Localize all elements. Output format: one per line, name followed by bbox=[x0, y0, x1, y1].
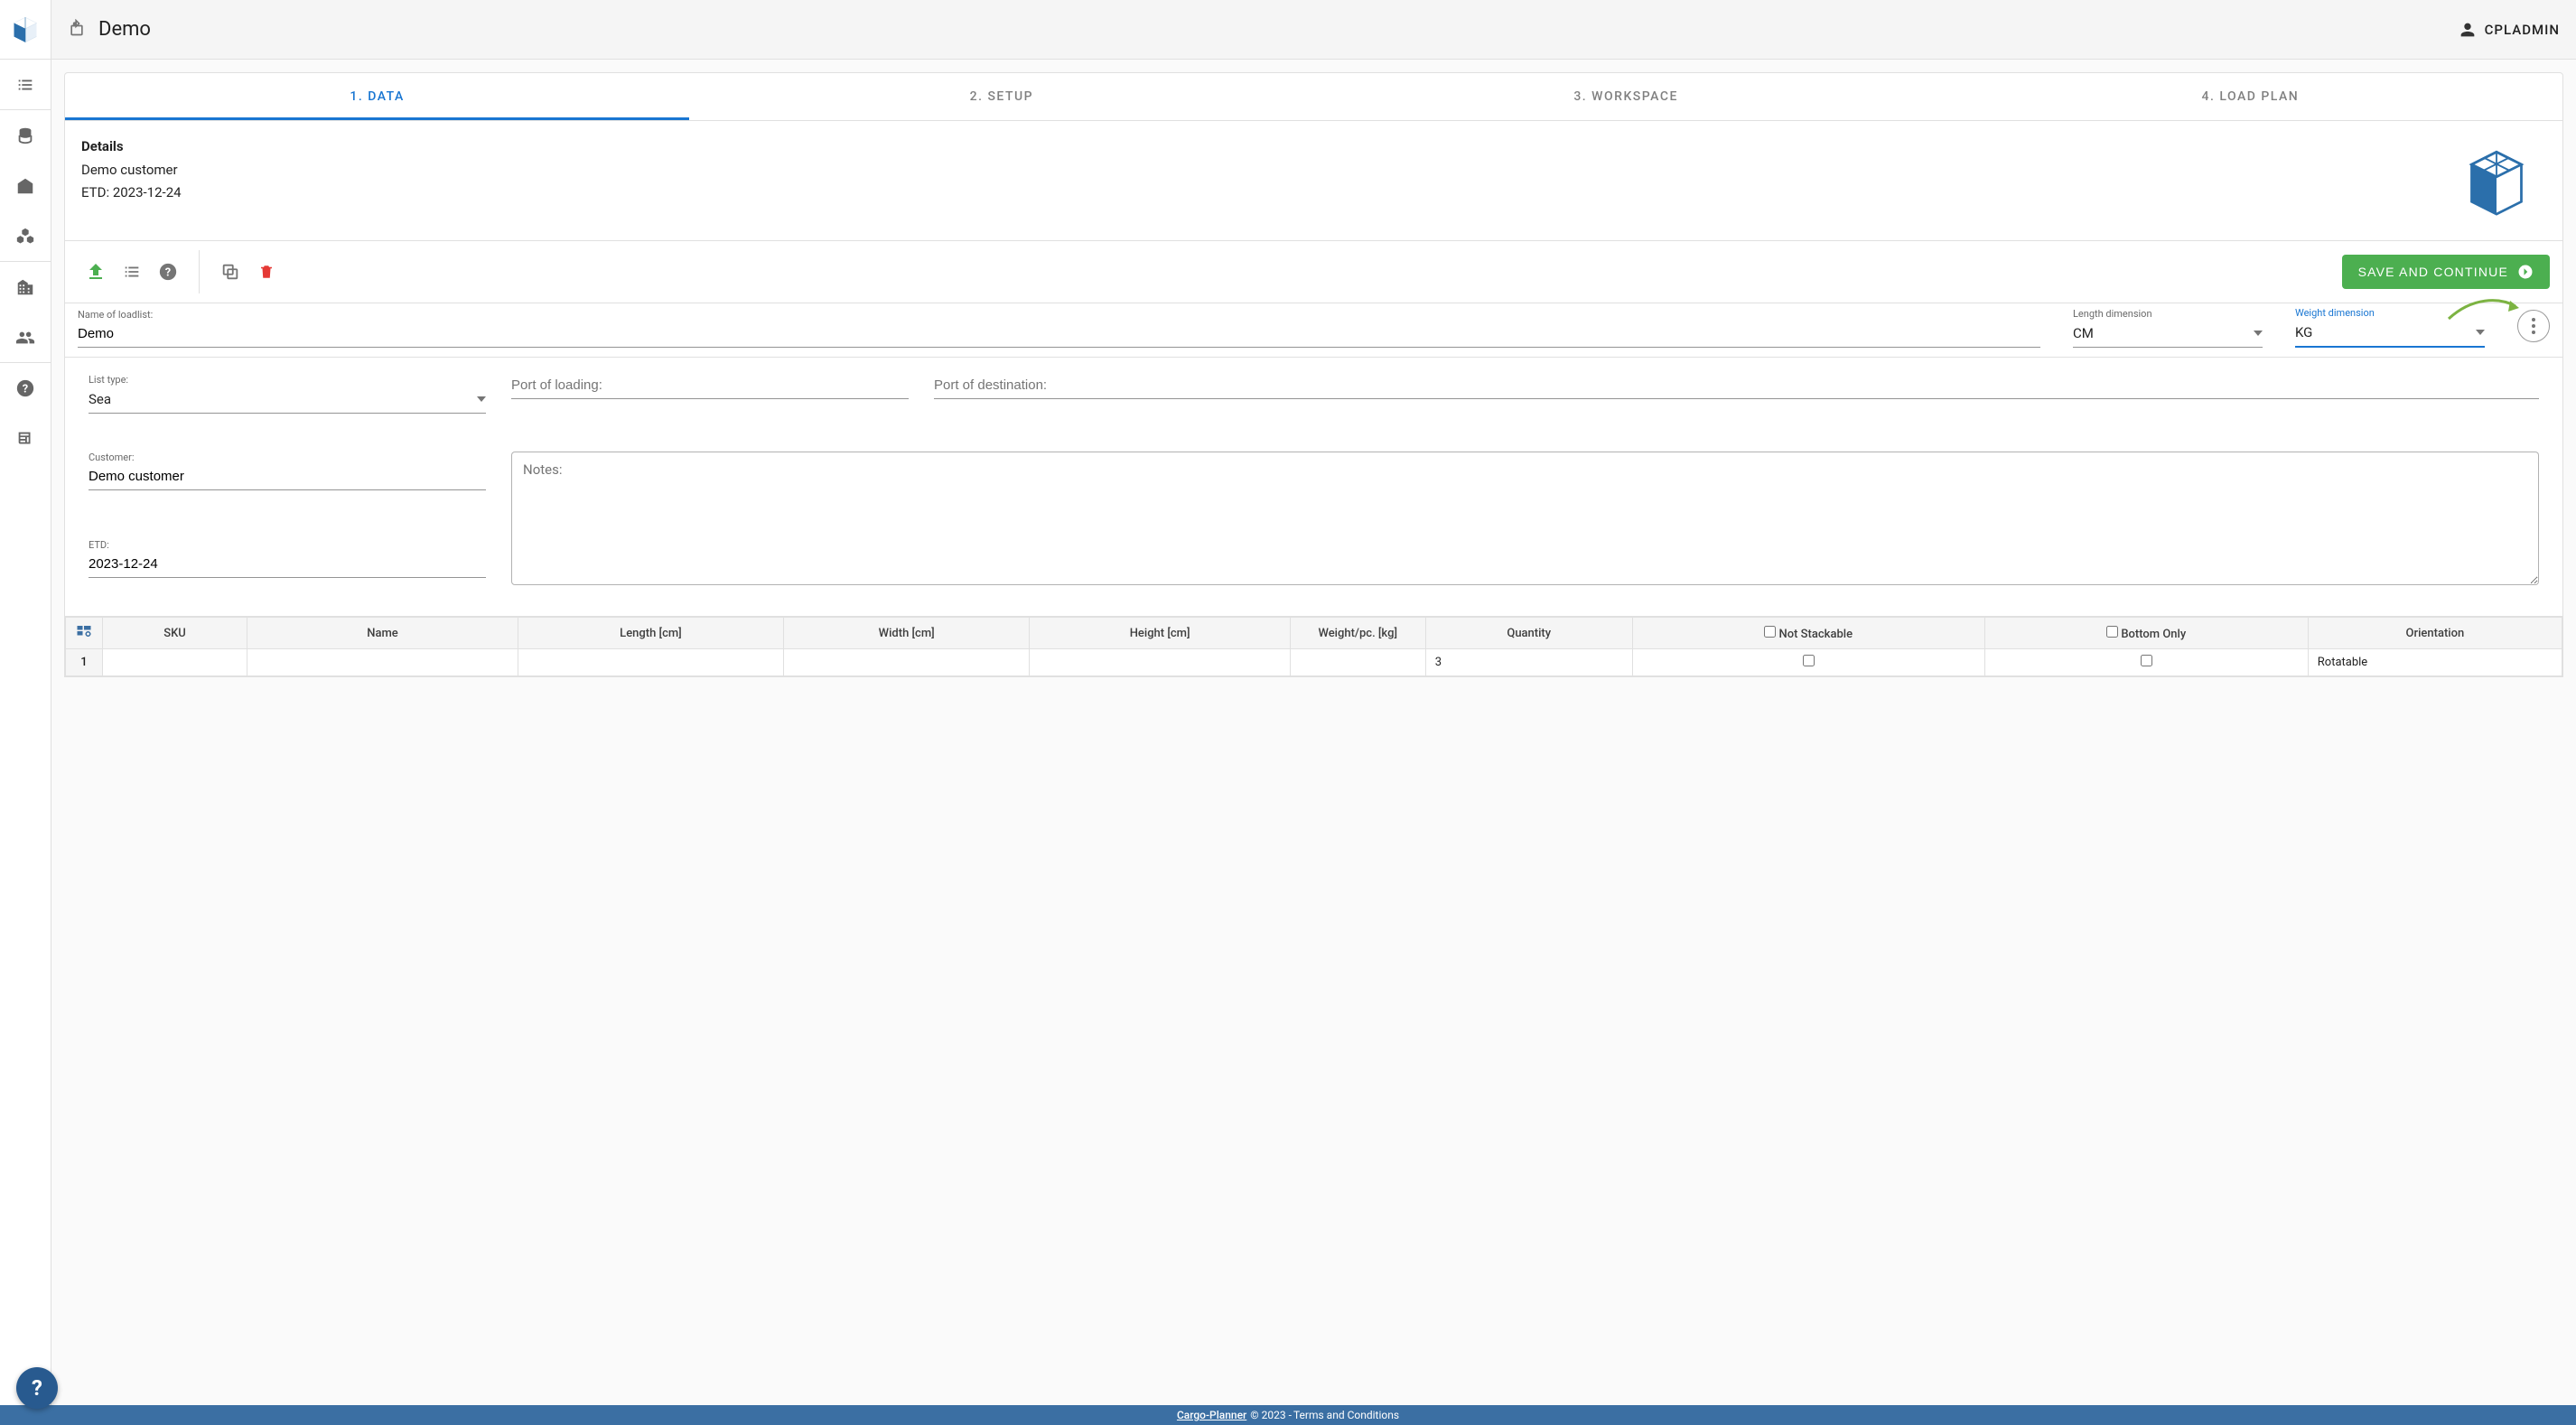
col-not-stackable[interactable]: Not Stackable bbox=[1632, 618, 1984, 649]
col-width[interactable]: Width [cm] bbox=[783, 618, 1030, 649]
loadlist-name-input[interactable] bbox=[78, 322, 2040, 348]
user-name: CPLADMIN bbox=[2485, 22, 2560, 38]
footer-copyright: © 2023 - bbox=[1250, 1409, 1292, 1421]
share-icon[interactable] bbox=[68, 19, 86, 41]
cube-illustration bbox=[2447, 135, 2546, 226]
topbar: Demo CPLADMIN bbox=[51, 0, 2576, 60]
app-logo[interactable] bbox=[0, 0, 51, 60]
page-title: Demo bbox=[98, 18, 151, 41]
cell-length[interactable] bbox=[518, 649, 784, 676]
col-length[interactable]: Length [cm] bbox=[518, 618, 784, 649]
cell-quantity[interactable]: 3 bbox=[1425, 649, 1632, 676]
cell-name[interactable] bbox=[247, 649, 518, 676]
length-dimension-label: Length dimension bbox=[2073, 308, 2263, 320]
cell-not-stackable[interactable] bbox=[1632, 649, 1984, 676]
user-menu[interactable]: CPLADMIN bbox=[2458, 20, 2560, 40]
save-continue-button[interactable]: SAVE AND CONTINUE bbox=[2342, 255, 2550, 289]
details-card: Details Demo customer ETD: 2023-12-24 bbox=[64, 121, 2563, 241]
sidebar-item-help[interactable]: ? bbox=[0, 363, 51, 414]
tab-setup[interactable]: 2. SETUP bbox=[689, 73, 1313, 120]
help-fab[interactable]: ? bbox=[16, 1367, 58, 1409]
chevron-down-icon bbox=[477, 396, 486, 402]
svg-text:?: ? bbox=[23, 383, 28, 396]
port-of-destination-field bbox=[934, 374, 2539, 414]
col-orientation[interactable]: Orientation bbox=[2308, 618, 2562, 649]
length-dimension-field: Length dimension CM bbox=[2073, 308, 2263, 348]
bottom-only-checkbox[interactable] bbox=[2141, 655, 2152, 666]
sidebar-item-warehouse[interactable] bbox=[0, 161, 51, 211]
etd-label: ETD: bbox=[89, 539, 486, 551]
col-sku[interactable]: SKU bbox=[103, 618, 247, 649]
chevron-down-icon bbox=[2254, 331, 2263, 336]
loadlist-name-label: Name of loadlist: bbox=[78, 309, 2040, 321]
footer: Cargo-Planner © 2023 - Terms and Conditi… bbox=[0, 1405, 2576, 1425]
toolbar-divider bbox=[199, 250, 200, 293]
cargo-table: SKU Name Length [cm] Width [cm] Height [… bbox=[64, 617, 2563, 677]
cell-weight[interactable] bbox=[1290, 649, 1425, 676]
list-type-select[interactable]: Sea bbox=[89, 387, 486, 414]
notes-field bbox=[511, 452, 2539, 589]
bulk-list-button[interactable] bbox=[114, 254, 150, 290]
etd-input[interactable] bbox=[89, 553, 486, 578]
cell-sku[interactable] bbox=[103, 649, 247, 676]
col-quantity[interactable]: Quantity bbox=[1425, 618, 1632, 649]
details-title: Details bbox=[81, 135, 182, 159]
length-dimension-select[interactable]: CM bbox=[2073, 321, 2263, 348]
step-tabs: 1. DATA 2. SETUP 3. WORKSPACE 4. LOAD PL… bbox=[64, 72, 2563, 121]
table-config-header[interactable] bbox=[66, 618, 103, 649]
cell-height[interactable] bbox=[1030, 649, 1290, 676]
cell-width[interactable] bbox=[783, 649, 1030, 676]
col-name[interactable]: Name bbox=[247, 618, 518, 649]
sidebar-item-list[interactable] bbox=[0, 60, 51, 110]
more-options-button[interactable] bbox=[2517, 310, 2550, 342]
loadlist-name-field: Name of loadlist: bbox=[78, 309, 2040, 348]
chevron-down-icon bbox=[2476, 330, 2485, 335]
toolbar: ? SAVE AND CONTINUE bbox=[64, 241, 2563, 303]
list-type-label: List type: bbox=[89, 374, 486, 386]
notes-textarea[interactable] bbox=[511, 452, 2539, 585]
primary-fields: Name of loadlist: Length dimension CM We… bbox=[64, 303, 2563, 358]
details-panel: List type: Sea Customer: ETD bbox=[64, 358, 2563, 617]
cell-bottom-only[interactable] bbox=[1984, 649, 2308, 676]
svg-text:?: ? bbox=[165, 266, 171, 280]
sidebar: ? bbox=[0, 0, 51, 1425]
port-of-destination-input[interactable] bbox=[934, 374, 2539, 399]
customer-label: Customer: bbox=[89, 452, 486, 463]
not-stackable-checkbox[interactable] bbox=[1803, 655, 1815, 666]
port-of-loading-input[interactable] bbox=[511, 374, 909, 399]
footer-terms[interactable]: Terms and Conditions bbox=[1293, 1409, 1399, 1421]
list-type-field: List type: Sea bbox=[89, 374, 486, 414]
upload-button[interactable] bbox=[78, 254, 114, 290]
col-weight[interactable]: Weight/pc. [kg] bbox=[1290, 618, 1425, 649]
customer-input[interactable] bbox=[89, 465, 486, 490]
col-height[interactable]: Height [cm] bbox=[1030, 618, 1290, 649]
footer-link[interactable]: Cargo-Planner bbox=[1177, 1409, 1246, 1421]
customer-field: Customer: bbox=[89, 452, 486, 501]
etd-field: ETD: bbox=[89, 539, 486, 589]
delete-button[interactable] bbox=[248, 254, 285, 290]
table-row[interactable]: 1 3 Rotatable bbox=[66, 649, 2562, 676]
help-button[interactable]: ? bbox=[150, 254, 186, 290]
cell-orientation[interactable]: Rotatable bbox=[2308, 649, 2562, 676]
not-stackable-header-checkbox[interactable] bbox=[1764, 626, 1776, 638]
sidebar-item-users[interactable] bbox=[0, 312, 51, 363]
tab-data[interactable]: 1. DATA bbox=[65, 73, 689, 120]
col-bottom-only[interactable]: Bottom Only bbox=[1984, 618, 2308, 649]
hint-arrow-icon bbox=[2445, 293, 2526, 326]
sidebar-item-news[interactable] bbox=[0, 414, 51, 464]
sidebar-item-company[interactable] bbox=[0, 262, 51, 312]
row-number: 1 bbox=[66, 649, 103, 676]
tab-loadplan[interactable]: 4. LOAD PLAN bbox=[1938, 73, 2562, 120]
sidebar-item-packages[interactable] bbox=[0, 211, 51, 262]
bottom-only-header-checkbox[interactable] bbox=[2106, 626, 2118, 638]
details-customer: Demo customer bbox=[81, 159, 182, 182]
copy-button[interactable] bbox=[212, 254, 248, 290]
sidebar-item-database[interactable] bbox=[0, 110, 51, 161]
port-of-loading-field bbox=[511, 374, 909, 414]
tab-workspace[interactable]: 3. WORKSPACE bbox=[1314, 73, 1938, 120]
more-vert-icon bbox=[2532, 318, 2535, 334]
details-etd: ETD: 2023-12-24 bbox=[81, 182, 182, 205]
